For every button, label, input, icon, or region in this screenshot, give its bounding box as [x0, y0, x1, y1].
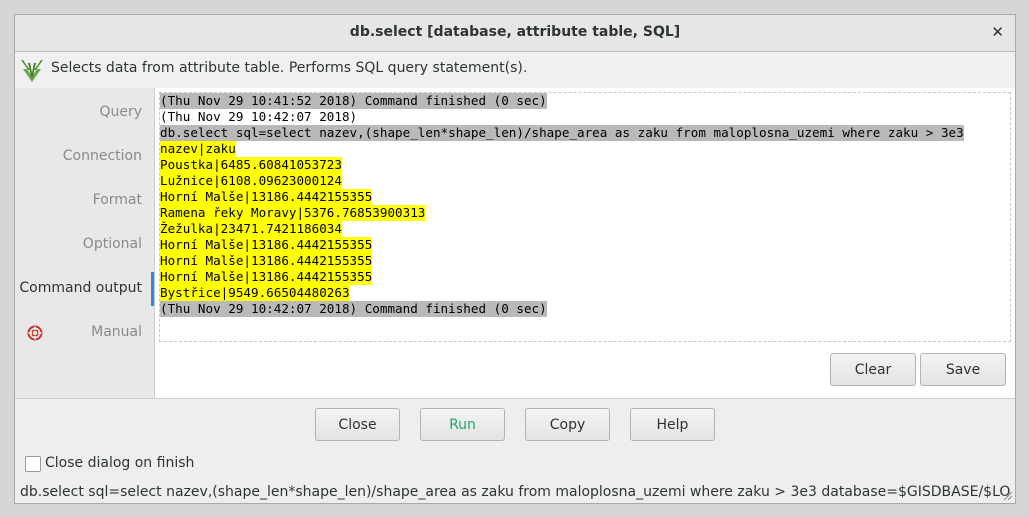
- tab-format[interactable]: Format: [93, 192, 142, 208]
- save-button[interactable]: Save: [920, 353, 1006, 386]
- output-line: (Thu Nov 29 10:42:07 2018) Command finis…: [160, 301, 547, 317]
- grass-logo-icon: [21, 59, 43, 82]
- output-line: Horní Malše|13186.4442155355: [160, 237, 373, 253]
- sidebar: Query Connection Format Optional Command…: [15, 88, 155, 398]
- tab-connection[interactable]: Connection: [63, 148, 142, 164]
- help-lifebuoy-icon: [27, 325, 43, 341]
- tab-command-output[interactable]: Command output: [19, 280, 142, 296]
- title-bar[interactable]: db.select [database, attribute table, SQ…: [15, 15, 1015, 52]
- output-line: Horní Malše|13186.4442155355: [160, 253, 373, 269]
- close-on-finish-checkbox[interactable]: [25, 456, 41, 472]
- output-lines: (Thu Nov 29 10:41:52 2018) Command finis…: [160, 93, 964, 317]
- output-line: db.select sql=select nazev,(shape_len*sh…: [160, 125, 964, 141]
- output-line: Horní Malše|13186.4442155355: [160, 189, 373, 205]
- output-console[interactable]: (Thu Nov 29 10:41:52 2018) Command finis…: [159, 92, 1011, 342]
- help-button[interactable]: Help: [630, 408, 715, 441]
- window-title: db.select [database, attribute table, SQ…: [349, 24, 681, 40]
- copy-button[interactable]: Copy: [525, 408, 610, 441]
- command-output-panel: (Thu Nov 29 10:41:52 2018) Command finis…: [155, 88, 1015, 398]
- dialog-window: db.select [database, attribute table, SQ…: [14, 14, 1016, 504]
- clear-button[interactable]: Clear: [830, 353, 916, 386]
- output-line: Ramena řeky Moravy|5376.76853900313: [160, 205, 426, 221]
- module-description: Selects data from attribute table. Perfo…: [51, 60, 528, 76]
- output-line: Bystřice|9549.66504480263: [160, 285, 350, 301]
- tab-query[interactable]: Query: [99, 104, 142, 120]
- tab-optional[interactable]: Optional: [83, 236, 142, 252]
- resize-grip-icon[interactable]: [1001, 489, 1013, 501]
- output-line: (Thu Nov 29 10:41:52 2018) Command finis…: [160, 93, 547, 109]
- output-line: nazev|zaku: [160, 141, 236, 157]
- tab-manual[interactable]: Manual: [91, 324, 142, 340]
- output-line: Horní Malše|13186.4442155355: [160, 269, 373, 285]
- output-line: Poustka|6485.60841053723: [160, 157, 342, 173]
- close-button[interactable]: Close: [315, 408, 400, 441]
- output-line: Žežulka|23471.7421186034: [160, 221, 342, 237]
- description-bar: Selects data from attribute table. Perfo…: [15, 52, 1015, 89]
- close-icon[interactable]: ✕: [991, 23, 1004, 41]
- command-preview: db.select sql=select nazev,(shape_len*sh…: [20, 484, 1010, 500]
- run-button[interactable]: Run: [420, 408, 505, 441]
- output-line: Lužnice|6108.09623000124: [160, 173, 342, 189]
- close-on-finish-label: Close dialog on finish: [45, 455, 195, 471]
- output-line: (Thu Nov 29 10:42:07 2018): [160, 109, 358, 124]
- active-tab-indicator: [151, 272, 154, 306]
